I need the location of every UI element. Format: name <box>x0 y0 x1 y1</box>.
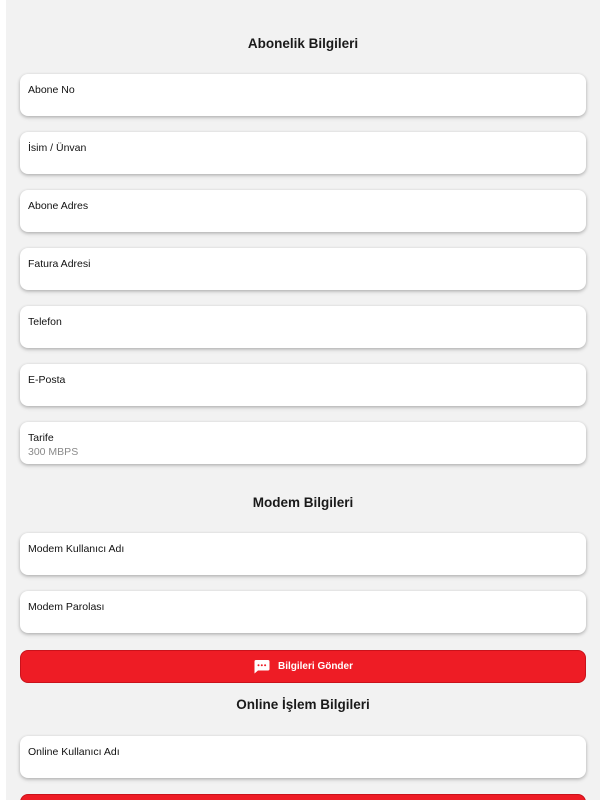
modem-password-field[interactable]: Modem Parolası <box>20 591 586 633</box>
next-action-button[interactable] <box>20 794 586 800</box>
subscription-section-title: Abonelik Bilgileri <box>247 36 359 51</box>
chat-icon <box>254 660 270 674</box>
field-label: E-Posta <box>28 374 66 386</box>
field-label: Online Kullanıcı Adı <box>28 746 120 758</box>
subscriber-address-field[interactable]: Abone Adres <box>20 190 586 232</box>
modem-section-title: Modem Bilgileri <box>252 495 354 510</box>
page-content: Abonelik Bilgileri Abone No İsim / Ünvan… <box>6 0 600 800</box>
modem-username-field[interactable]: Modem Kullanıcı Adı <box>20 533 586 575</box>
field-label: İsim / Ünvan <box>28 142 87 154</box>
submit-info-button[interactable]: Bilgileri Gönder <box>20 650 586 683</box>
field-label: Abone No <box>28 84 75 96</box>
subscriber-number-field[interactable]: Abone No <box>20 74 586 116</box>
field-label: Telefon <box>28 316 62 328</box>
billing-address-field[interactable]: Fatura Adresi <box>20 248 586 290</box>
online-username-field[interactable]: Online Kullanıcı Adı <box>20 736 586 778</box>
email-field[interactable]: E-Posta <box>20 364 586 406</box>
name-title-field[interactable]: İsim / Ünvan <box>20 132 586 174</box>
tariff-field[interactable]: Tarife 300 MBPS <box>20 422 586 464</box>
online-section-title: Online İşlem Bilgileri <box>236 697 370 712</box>
field-label: Modem Kullanıcı Adı <box>28 543 125 555</box>
field-label: Tarife <box>28 432 54 444</box>
field-label: Abone Adres <box>28 200 89 212</box>
phone-field[interactable]: Telefon <box>20 306 586 348</box>
field-label: Fatura Adresi <box>28 258 91 270</box>
submit-button-label: Bilgileri Gönder <box>277 661 353 672</box>
field-label: Modem Parolası <box>28 601 105 613</box>
tariff-value: 300 MBPS <box>28 446 79 458</box>
